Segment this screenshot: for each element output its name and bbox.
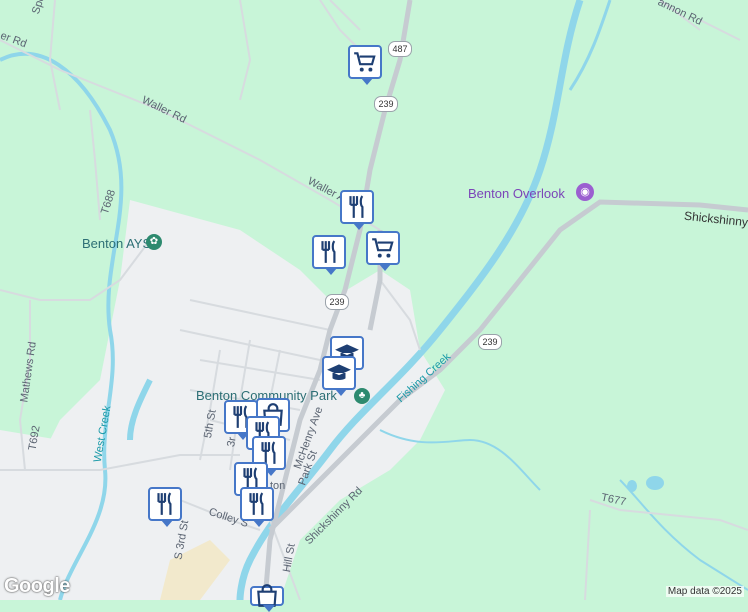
marker-restaurant[interactable]: [312, 235, 346, 275]
camera-icon[interactable]: ◉: [576, 183, 594, 201]
route-shield-239-mid: 239: [325, 294, 349, 310]
restaurant-icon: [157, 492, 172, 515]
school-icon: [327, 364, 351, 381]
pond: [646, 476, 664, 490]
route-shield-487: 487: [388, 41, 412, 57]
route-shield-239-top: 239: [374, 96, 398, 112]
marker-restaurant[interactable]: [340, 190, 374, 230]
shopping-bag-icon: [257, 584, 277, 607]
marker-shopping-cart[interactable]: [348, 45, 382, 85]
marker-school[interactable]: [322, 356, 356, 396]
marker-shopping-cart[interactable]: [366, 231, 400, 271]
park-icon[interactable]: ✿: [146, 234, 162, 250]
shopping-cart-icon: [354, 52, 376, 72]
marker-shopping-bag[interactable]: [250, 584, 284, 612]
marker-restaurant[interactable]: [240, 487, 274, 527]
poi-label-benton-overlook[interactable]: Benton Overlook: [468, 186, 565, 201]
restaurant-icon: [249, 492, 264, 515]
map-canvas[interactable]: [0, 0, 748, 600]
shopping-cart-icon: [372, 238, 394, 258]
restaurant-icon: [321, 240, 336, 263]
map-attribution[interactable]: Map data ©2025: [665, 586, 744, 597]
park-icon[interactable]: ♣: [354, 388, 370, 404]
google-logo: Google: [4, 575, 70, 597]
route-shield-239-right: 239: [478, 334, 502, 350]
marker-restaurant[interactable]: [148, 487, 182, 527]
restaurant-icon: [349, 195, 364, 218]
